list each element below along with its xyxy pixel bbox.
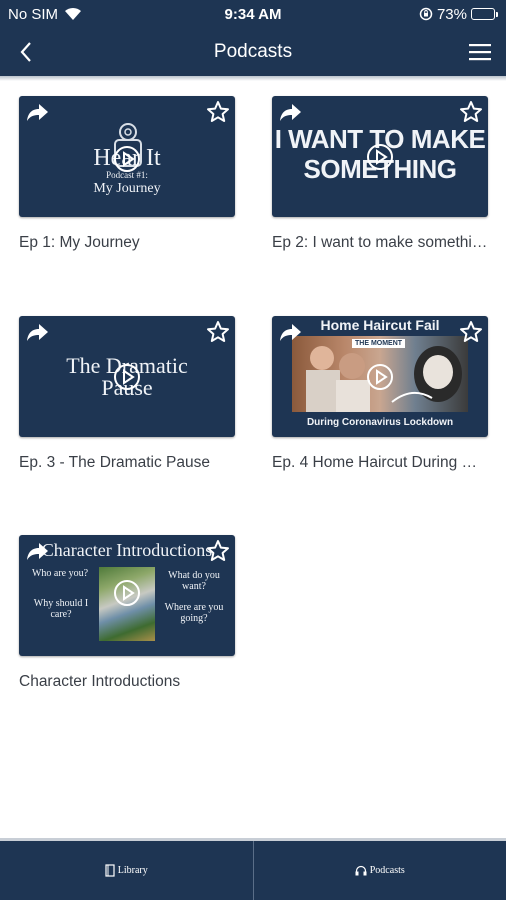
podcast-thumbnail[interactable]: Hear It Podcast #1: My Journey (19, 96, 235, 217)
star-icon[interactable] (459, 320, 483, 344)
thumbnail-text: Who are you? (31, 568, 89, 579)
star-icon[interactable] (206, 320, 230, 344)
podcast-card: The Dramatic Pause Ep. 3 - The Dramatic … (19, 316, 235, 472)
tab-label: Podcasts (369, 865, 405, 876)
share-icon[interactable] (24, 101, 50, 123)
carrier-label: No SIM (8, 5, 59, 23)
share-icon[interactable] (24, 540, 50, 562)
podcast-thumbnail[interactable]: I WANT TO MAKE SOMETHING (272, 96, 488, 217)
share-icon[interactable] (277, 321, 303, 343)
star-icon[interactable] (206, 100, 230, 124)
podcast-title[interactable]: Character Introductions (19, 673, 235, 691)
play-icon[interactable] (113, 579, 141, 607)
play-icon[interactable] (366, 363, 394, 391)
headphones-icon (355, 865, 367, 876)
podcast-title[interactable]: Ep 1: My Journey (19, 234, 235, 252)
thumbnail-subheading: During Coronavirus Lockdown (306, 417, 454, 428)
thumbnail-text: Why should I care? (33, 598, 89, 620)
thumbnail-heading: Home Haircut Fail (320, 317, 440, 333)
thumbnail-heading: Character Introductions (41, 540, 213, 560)
tab-podcasts[interactable]: Podcasts (254, 841, 506, 900)
share-icon[interactable] (277, 101, 303, 123)
chevron-left-icon (20, 42, 31, 62)
thumbnail-subheading: My Journey (93, 181, 161, 196)
podcast-thumbnail[interactable]: The Dramatic Pause (19, 316, 235, 437)
wifi-icon (65, 7, 82, 20)
nav-bar: Podcasts (0, 28, 506, 76)
tab-bar: Library Podcasts (0, 838, 506, 900)
hamburger-menu-icon (469, 44, 491, 61)
battery-icon (471, 8, 498, 20)
play-icon[interactable] (113, 363, 141, 391)
orientation-lock-icon (419, 7, 433, 21)
podcast-card: Hear It Podcast #1: My Journey Ep 1: My … (19, 96, 235, 252)
podcast-card: Character Introductions Who are you? Why… (19, 535, 235, 691)
page-title: Podcasts (213, 41, 293, 62)
play-icon[interactable] (113, 145, 141, 173)
podcast-title[interactable]: Ep. 3 - The Dramatic Pause (19, 454, 235, 472)
star-icon[interactable] (206, 539, 230, 563)
thumbnail-text: Where are you going? (164, 602, 224, 624)
podcast-title[interactable]: Ep 2: I want to make something (272, 234, 488, 252)
star-icon[interactable] (459, 100, 483, 124)
podcast-thumbnail[interactable]: Home Haircut Fail THE MOMENT During Coro… (272, 316, 488, 437)
tab-library[interactable]: Library (0, 841, 253, 900)
nav-shadow (0, 76, 506, 81)
podcast-title[interactable]: Ep. 4 Home Haircut During Coronavirus Lo… (272, 454, 488, 472)
battery-percent: 73% (436, 5, 467, 23)
status-bar: No SIM 9:34 AM 73% (0, 0, 506, 28)
podcast-card: I WANT TO MAKE SOMETHING Ep 2: I want to… (272, 96, 488, 252)
book-icon (105, 864, 115, 877)
back-button[interactable] (12, 38, 40, 66)
podcast-thumbnail[interactable]: Character Introductions Who are you? Why… (19, 535, 235, 656)
thumbnail-caption: THE MOMENT (352, 339, 406, 348)
share-icon[interactable] (24, 321, 50, 343)
podcast-card: Home Haircut Fail THE MOMENT During Coro… (272, 316, 488, 472)
menu-button[interactable] (466, 38, 494, 66)
tab-label: Library (117, 865, 148, 876)
play-icon[interactable] (366, 143, 394, 171)
thumbnail-text: What do you want? (168, 570, 220, 592)
